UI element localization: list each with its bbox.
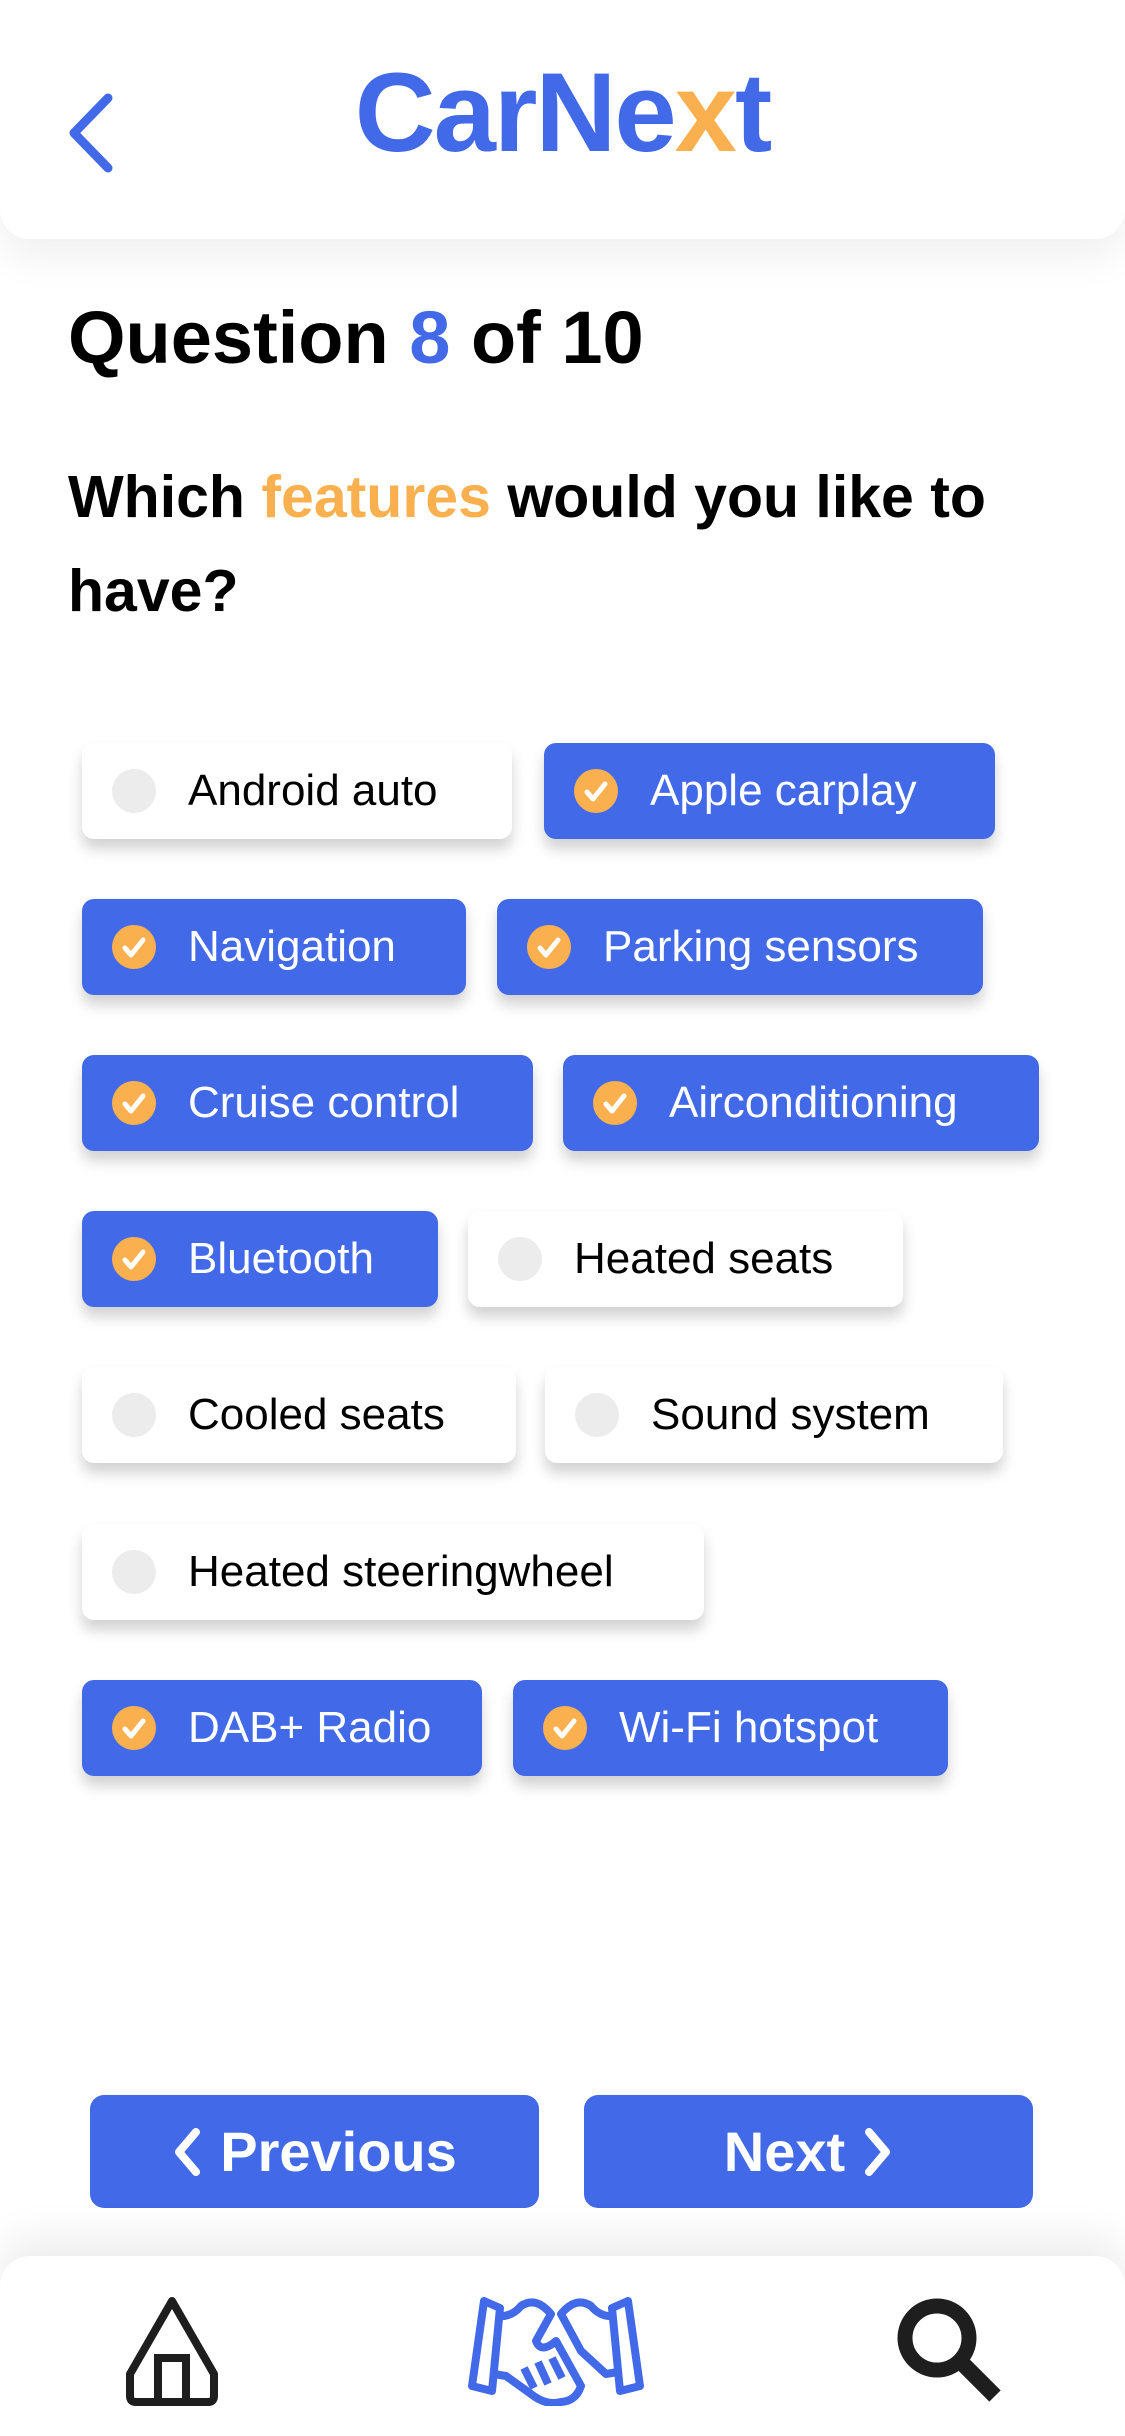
feature-option-chip[interactable]: Bluetooth [82, 1211, 438, 1307]
feature-option-label: Airconditioning [669, 1078, 958, 1127]
feature-option-chip[interactable]: Heated steeringwheel [82, 1524, 704, 1620]
nav-home[interactable] [122, 2296, 222, 2411]
feature-option-label: Heated steeringwheel [188, 1547, 614, 1596]
handshake-icon [468, 2297, 644, 2407]
feature-option-label: Cruise control [188, 1078, 460, 1127]
feature-option-chip[interactable]: Heated seats [468, 1211, 903, 1307]
empty-circle-icon [498, 1237, 542, 1281]
feature-option-chip[interactable]: Parking sensors [497, 899, 983, 995]
feature-option-label: Bluetooth [188, 1234, 374, 1283]
carnext-logo: CarNext [354, 50, 773, 175]
check-circle-icon [543, 1706, 587, 1750]
check-circle-icon [112, 1706, 156, 1750]
feature-option-label: Navigation [188, 922, 396, 971]
feature-option-chip[interactable]: Airconditioning [563, 1055, 1039, 1151]
empty-circle-icon [112, 769, 156, 813]
app-header: CarNext [0, 0, 1125, 239]
chevron-right-icon [865, 2127, 891, 2176]
feature-option-label: Android auto [188, 766, 438, 815]
empty-circle-icon [112, 1393, 156, 1437]
home-icon [126, 2297, 218, 2406]
feature-option-label: Parking sensors [603, 922, 919, 971]
nav-search[interactable] [895, 2296, 1005, 2411]
empty-circle-icon [575, 1393, 619, 1437]
next-label: Next [723, 2120, 846, 2183]
feature-option-label: Sound system [651, 1390, 930, 1439]
feature-option-label: Heated seats [574, 1234, 834, 1283]
feature-option-label: Wi-Fi hotspot [619, 1703, 879, 1752]
feature-option-chip[interactable]: Cooled seats [82, 1367, 516, 1463]
search-icon [897, 2298, 1001, 2402]
feature-option-chip[interactable]: Wi-Fi hotspot [513, 1680, 948, 1776]
nav-deals[interactable] [466, 2296, 646, 2411]
bottom-navigation [0, 2256, 1125, 2436]
previous-button[interactable]: Previous [90, 2095, 539, 2208]
question-counter: Question 8 of 10 [68, 296, 644, 379]
feature-option-chip[interactable]: Cruise control [82, 1055, 533, 1151]
previous-label: Previous [220, 2120, 457, 2183]
check-circle-icon [112, 1237, 156, 1281]
check-circle-icon [112, 925, 156, 969]
feature-option-chip[interactable]: Sound system [545, 1367, 1003, 1463]
next-button[interactable]: Next [584, 2095, 1033, 2208]
feature-option-label: DAB+ Radio [188, 1703, 432, 1752]
feature-option-chip[interactable]: DAB+ Radio [82, 1680, 482, 1776]
chevron-left-icon [175, 2127, 201, 2176]
check-circle-icon [593, 1081, 637, 1125]
feature-option-label: Apple carplay [650, 766, 917, 815]
empty-circle-icon [112, 1550, 156, 1594]
check-circle-icon [112, 1081, 156, 1125]
feature-option-chip[interactable]: Navigation [82, 899, 466, 995]
question-prompt: Which features would you like to have? [68, 464, 986, 624]
feature-option-chip[interactable]: Apple carplay [544, 743, 995, 839]
feature-option-label: Cooled seats [188, 1390, 445, 1439]
feature-option-chip[interactable]: Android auto [82, 743, 512, 839]
check-circle-icon [527, 925, 571, 969]
check-circle-icon [574, 769, 618, 813]
